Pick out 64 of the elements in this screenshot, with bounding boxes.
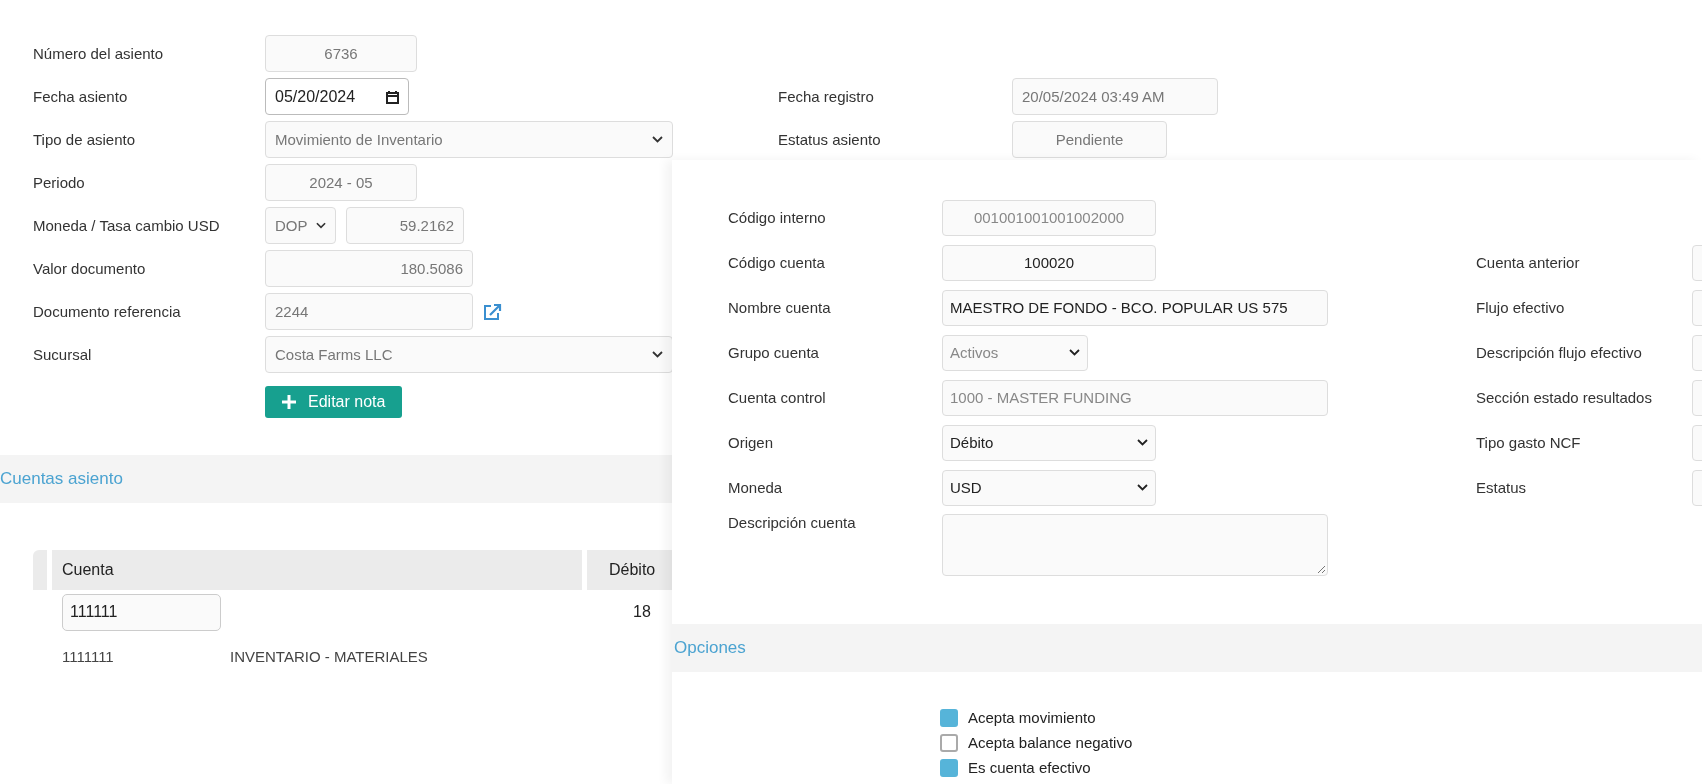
select-field[interactable]: Débito xyxy=(942,424,1156,461)
checkbox-label: Acepta movimiento xyxy=(968,709,1096,726)
field-label: Valor documento xyxy=(33,260,147,277)
edit-note-button[interactable]: Editar nota xyxy=(265,385,403,418)
chevron-icon xyxy=(1137,439,1148,446)
date-field[interactable]: 05/20/2024 xyxy=(265,78,409,115)
select-field[interactable]: USD xyxy=(942,469,1156,506)
section-title: Cuentas asiento xyxy=(0,469,123,489)
field-label: Periodo xyxy=(33,174,86,191)
checkbox[interactable] xyxy=(940,708,958,727)
amount-field[interactable]: 180.5086 xyxy=(265,250,473,287)
readonly-field: 6736 xyxy=(265,35,417,72)
calendar-icon xyxy=(386,89,399,104)
readonly-field: Pendiente xyxy=(1012,121,1167,158)
field-label: Estatus asiento xyxy=(778,131,882,148)
field-label: Descripción cuenta xyxy=(728,514,857,531)
field-label: Moneda / Tasa cambio USD xyxy=(33,217,221,234)
resize-grip-icon xyxy=(1317,565,1325,573)
readonly-field: 20/05/2024 03:49 AM xyxy=(1012,78,1218,115)
field-label: Fecha registro xyxy=(778,88,875,105)
checkbox[interactable] xyxy=(940,758,958,777)
field-label: Moneda xyxy=(728,479,784,496)
field-label: Fecha asiento xyxy=(33,88,129,105)
field-label: Sucursal xyxy=(33,346,93,363)
rate-field[interactable]: 59.2162 xyxy=(346,207,464,244)
field-label: Número del asiento xyxy=(33,45,165,62)
field-label: Sección estado resultados xyxy=(1476,389,1653,406)
external-link-icon[interactable] xyxy=(483,302,502,321)
table-header-cell: Cuenta xyxy=(52,550,582,590)
field-label: Tipo de asiento xyxy=(33,131,136,148)
checkbox-label: Es cuenta efectivo xyxy=(968,759,1091,776)
currency-select[interactable]: DOP xyxy=(265,207,336,244)
chevron-icon xyxy=(1137,484,1148,491)
table-cell-text: 1111111 xyxy=(62,647,115,665)
field-label: Descripción flujo efectivo xyxy=(1476,344,1643,361)
table-cell: INVENTARIO - MATERIALES xyxy=(230,647,428,665)
account-input[interactable]: 111111 xyxy=(62,593,221,631)
checkbox-label: Acepta balance negativo xyxy=(968,734,1133,751)
chevron-icon xyxy=(652,136,663,143)
code-field[interactable]: 100020 xyxy=(942,244,1156,281)
readonly-field: 2024 - 05 xyxy=(265,164,417,201)
text-field[interactable]: MAESTRO DE FONDO - BCO. POPULAR US 575 xyxy=(942,289,1328,326)
field-label: Documento referencia xyxy=(33,303,182,320)
reference-field[interactable]: 2244 xyxy=(265,293,473,330)
field-label: Cuenta control xyxy=(728,389,827,406)
field-label: Estatus xyxy=(1476,479,1528,496)
field-label: Origen xyxy=(728,434,775,451)
textarea-field[interactable] xyxy=(942,514,1328,576)
chevron-icon xyxy=(1069,349,1080,356)
field-label: Tipo gasto NCF xyxy=(1476,434,1582,451)
field-label: Cuenta anterior xyxy=(1476,254,1581,271)
section-title: Opciones xyxy=(674,638,746,658)
table-cell: 18 xyxy=(633,603,651,621)
field-label: Código interno xyxy=(728,209,827,226)
plus-icon xyxy=(282,394,296,409)
field-label: Nombre cuenta xyxy=(728,299,832,316)
chevron-icon xyxy=(316,222,326,229)
chevron-icon xyxy=(652,351,663,358)
field-label: Flujo efectivo xyxy=(1476,299,1566,316)
field-label: Grupo cuenta xyxy=(728,344,820,361)
select-field[interactable]: Movimiento de Inventario xyxy=(265,121,673,158)
checkbox[interactable] xyxy=(940,733,958,752)
field-label: Código cuenta xyxy=(728,254,826,271)
select-field[interactable]: Costa Farms LLC xyxy=(265,336,673,373)
